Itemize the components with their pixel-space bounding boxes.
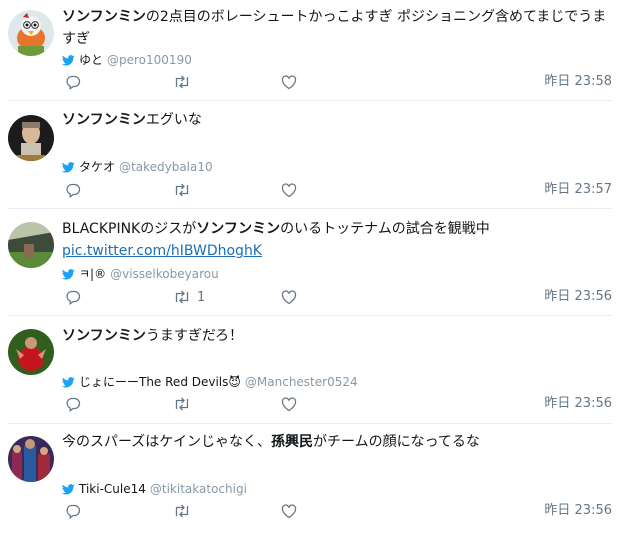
tweet-author[interactable]: じょにーーThe Red Devils😈 @Manchester0524 [62, 374, 358, 390]
tweet-text: 今のスパーズはケインじゃなく、孫興民がチームの顔になってるな [62, 431, 612, 453]
reply-button[interactable] [65, 288, 81, 306]
like-button[interactable] [281, 181, 297, 199]
tweet-author[interactable]: ゆと @pero100190 [62, 52, 192, 68]
retweet-icon [175, 290, 189, 304]
tweet-text-body: 今のスパーズはケインじゃなく、 [62, 434, 272, 450]
tweet-media-link[interactable]: pic.twitter.com/hIBWDhoghK [62, 243, 262, 259]
reply-icon [66, 290, 81, 305]
author-handle: @Manchester0524 [244, 375, 358, 389]
author-handle: @takedybala10 [119, 160, 213, 174]
tweet-text-body: エグいな [145, 112, 202, 128]
tweet-text-body: うますぎだろ！ [145, 328, 244, 344]
tweet-actions: 昨日 23:57 [62, 181, 612, 199]
tweet-author[interactable]: タケオ @takedybala10 [62, 159, 213, 175]
tweet-timestamp[interactable]: 昨日 23:57 [544, 181, 612, 199]
author-name: タケオ [79, 160, 116, 174]
heart-icon [281, 182, 297, 197]
author-handle: @visselkobeyarou [110, 267, 219, 281]
tweet-actions: 昨日 23:56 [62, 502, 612, 520]
twitter-bird-icon [62, 161, 75, 172]
tweet-text-keyword: 孫興民 [271, 434, 314, 450]
tweet-text-body: がチームの顔になってるな [313, 434, 480, 450]
tweet-actions: 昨日 23:56 [62, 395, 612, 413]
retweet-button[interactable]: 1 [173, 288, 205, 306]
retweet-icon [175, 183, 189, 197]
author-handle: @pero100190 [107, 53, 192, 67]
figure-avatar-icon [8, 115, 54, 161]
reply-button[interactable] [65, 502, 81, 520]
tweet-text: BLACKPINKのジスがソンフンミンのいるトッテナムの試合を観戦中 pic.t… [62, 218, 612, 262]
tweet-text: ソンフンミンうますぎだろ！ [62, 325, 612, 347]
author-name: じょにーーThe Red Devils😈 [79, 375, 241, 389]
reply-button[interactable] [65, 181, 81, 199]
like-button[interactable] [281, 395, 297, 413]
reply-icon [66, 183, 81, 198]
retweet-count: 1 [197, 289, 206, 305]
tweet-author[interactable]: Tiki-Cule14 @tikitakatochigi [62, 481, 247, 497]
tweet-divider [8, 423, 612, 424]
author-handle: @tikitakatochigi [149, 482, 247, 496]
tweet-text-keyword: ソンフンミン [62, 328, 146, 344]
retweet-button[interactable] [173, 181, 197, 199]
tweet-feed: ソンフンミンの2点目のボレーシュートかっこよすぎ ポジショニング含めてまじでうま… [0, 0, 633, 550]
retweet-icon [175, 75, 189, 89]
user-avatar[interactable] [8, 222, 54, 268]
reply-icon [66, 504, 81, 519]
twitter-bird-icon [62, 376, 75, 387]
heart-icon [281, 289, 297, 304]
tweet-timestamp[interactable]: 昨日 23:58 [544, 73, 612, 91]
tweet-text: ソンフンミンの2点目のボレーシュートかっこよすぎ ポジショニング含めてまじでうま… [62, 6, 612, 50]
team-avatar-icon [8, 436, 54, 482]
author-name: Tiki-Cule14 [79, 482, 146, 496]
retweet-icon [175, 504, 189, 518]
tweet-author[interactable]: ㅋ|® @visselkobeyarou [62, 266, 219, 282]
tweet-text-keyword: ソンフンミン [62, 112, 146, 128]
heart-icon [281, 503, 297, 518]
tweet-text-body: のいるトッテナムの試合を観戦中 [280, 221, 490, 237]
user-avatar[interactable] [8, 10, 54, 56]
like-button[interactable] [281, 288, 297, 306]
twitter-bird-icon [62, 268, 75, 279]
author-name: ゆと [79, 53, 104, 67]
retweet-button[interactable] [173, 395, 197, 413]
tweet-timestamp[interactable]: 昨日 23:56 [544, 395, 612, 413]
retweet-button[interactable] [173, 73, 197, 91]
tweet-divider [8, 208, 612, 209]
retweet-icon [175, 397, 189, 411]
tweet-divider [8, 315, 612, 316]
retweet-button[interactable] [173, 502, 197, 520]
user-avatar[interactable] [8, 436, 54, 482]
tweet-text-body: BLACKPINKのジスが [62, 221, 197, 237]
reply-icon [66, 75, 81, 90]
tweet-actions: 昨日 23:58 [62, 73, 612, 91]
tweet-actions: 1 昨日 23:56 [62, 288, 612, 306]
tweet-text-keyword: ソンフンミン [196, 221, 281, 237]
tweet-timestamp[interactable]: 昨日 23:56 [544, 502, 612, 520]
bird-avatar-icon [8, 10, 54, 56]
heart-icon [281, 74, 297, 89]
heart-icon [281, 396, 297, 411]
author-name: ㅋ|® [79, 267, 107, 281]
reply-button[interactable] [65, 73, 81, 91]
reply-icon [66, 397, 81, 412]
twitter-bird-icon [62, 54, 75, 65]
tweet-timestamp[interactable]: 昨日 23:56 [544, 288, 612, 306]
tweet-text-keyword: ソンフンミン [62, 9, 146, 25]
twitter-bird-icon [62, 483, 75, 494]
player-avatar-icon [8, 329, 54, 375]
user-avatar[interactable] [8, 115, 54, 161]
tweet-divider [8, 100, 612, 101]
user-avatar[interactable] [8, 329, 54, 375]
like-button[interactable] [281, 502, 297, 520]
tweet-text: ソンフンミンエグいな [62, 109, 612, 131]
reply-button[interactable] [65, 395, 81, 413]
stadium-avatar-icon [8, 222, 54, 268]
like-button[interactable] [281, 73, 297, 91]
